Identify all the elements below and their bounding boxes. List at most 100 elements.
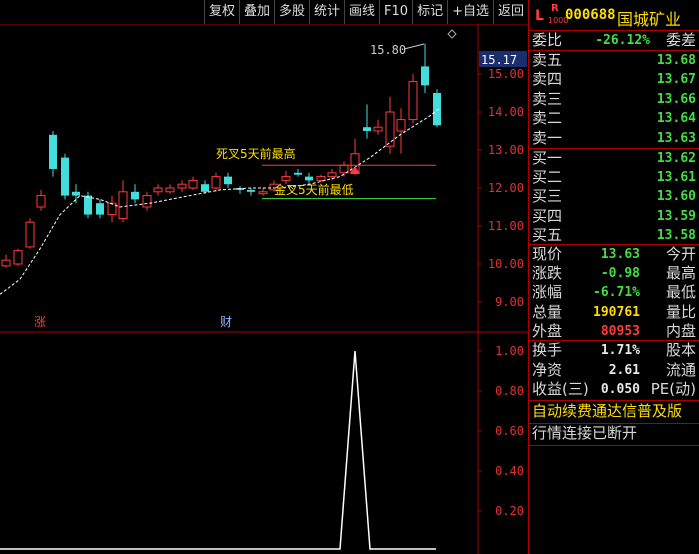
bid-row: 买一 13.62 [529, 149, 699, 168]
ask-row-label: 卖一 [532, 128, 563, 147]
stat-row-label: 现价 [532, 245, 563, 263]
marker-zhang: 涨 [34, 314, 46, 329]
toolbar-button[interactable]: 画线 [344, 0, 379, 24]
candle-body [72, 191, 80, 196]
stat-row: 外盘 80953 内盘 [529, 322, 699, 341]
bid-row-value: 13.58 [656, 227, 696, 243]
chart-canvas[interactable]: 15.00 14.00 13.00 12.00 11.00 10.00 9.00 15.17 1… [0, 24, 528, 554]
promo-row[interactable]: 自动续费通达信普及版 [529, 402, 699, 422]
stat2-row-label: 净资 [532, 360, 563, 379]
candle-body [421, 66, 429, 86]
stat-row-label: 涨幅 [532, 283, 563, 302]
stat-row-label2: 内盘 [665, 321, 696, 340]
stat2-row-value: 2.61 [608, 362, 640, 378]
bid-row: 买五 13.58 [529, 226, 699, 245]
chart-toolbar: 复权 叠加 多股 统计 画线 F10 标记 +自选 返回 [0, 0, 528, 24]
candle-body [373, 126, 383, 132]
death-cross-label: 死叉5天前最高 [216, 146, 296, 161]
indicator-tick-label: 0.80 [495, 384, 524, 398]
bid-row-label: 买一 [532, 149, 563, 167]
stat-row-label2: 量比 [665, 302, 696, 321]
stock-name: 国城矿业 [617, 10, 682, 29]
ask-row: 卖五 13.68 [529, 51, 699, 70]
candle-body [142, 195, 152, 208]
flag-l: L [535, 8, 544, 24]
stat-row-value: -6.71% [593, 285, 640, 301]
toolbar-button[interactable]: F10 [379, 0, 412, 24]
weicha-label: 委差 [665, 31, 696, 49]
high-annotation-pointer [403, 43, 425, 50]
weibi-row: 委比 -26.12% 委差 [529, 31, 699, 50]
candle-body [201, 184, 209, 192]
stat-row: 涨幅 -6.71% 最低 [529, 283, 699, 302]
candle-body [363, 127, 371, 131]
ask-row: 卖一 13.63 [529, 129, 699, 148]
toolbar-button[interactable]: +自选 [447, 0, 493, 24]
indicator-tick-label: 0.60 [495, 424, 524, 438]
stat2-row-label2: 流通 [665, 360, 696, 379]
stat-row: 涨跌 -0.98 最高 [529, 264, 699, 283]
indicator-line [0, 350, 436, 550]
stat2-row-value: 1.71% [600, 343, 640, 358]
stat2-row-label: 换手 [532, 341, 563, 359]
weibi-label: 委比 [532, 31, 563, 49]
y-tick-label: 13.00 [488, 143, 524, 157]
stat-row-value: 13.63 [600, 247, 640, 262]
ask-row-value: 13.67 [656, 72, 696, 88]
candle-body [84, 195, 92, 215]
indicator-tick-label: 0.40 [495, 464, 524, 478]
indicator-tick-label: 1.00 [495, 344, 524, 358]
ask-row-value: 13.63 [656, 130, 696, 146]
toolbar-button[interactable]: 统计 [309, 0, 344, 24]
kline-chart[interactable]: 15.00 14.00 13.00 12.00 11.00 10.00 9.00 15.17 1… [0, 24, 528, 554]
candle-body [305, 176, 313, 181]
candle-body [1, 259, 11, 267]
bid-row-value: 13.62 [656, 151, 696, 166]
quote-panel: L R 1000 000688 国城矿业 委比 -26.12% 委差 卖五 13.… [528, 0, 699, 554]
candle-body [49, 134, 57, 169]
ask-row: 卖四 13.67 [529, 70, 699, 89]
candle-body [177, 183, 187, 189]
diamond-icon [447, 29, 457, 39]
connection-status: 行情连接已断开 [532, 424, 638, 442]
bid-row: 买二 13.61 [529, 168, 699, 187]
candle-body [224, 176, 232, 185]
toolbar-button[interactable]: 叠加 [238, 0, 274, 24]
stat2-row-value: 0.050 [600, 382, 640, 397]
y-tick-label: 10.00 [488, 257, 524, 271]
candle-body [258, 191, 268, 195]
ask-row-label: 卖三 [532, 89, 563, 108]
ask-row-label: 卖二 [532, 109, 563, 128]
candle-body [385, 111, 395, 147]
bid-row-label: 买五 [532, 225, 563, 244]
ask-row: 卖三 13.66 [529, 90, 699, 109]
stat2-row: 收益(三) 0.050 PE(动) [529, 380, 699, 399]
stat-row-value: 80953 [600, 323, 640, 339]
indicator-tick-label: 0.20 [495, 504, 524, 518]
toolbar-button[interactable]: 复权 [203, 0, 239, 24]
golden-cross-label: 金叉5天前最低 [274, 182, 354, 197]
divider [529, 400, 699, 401]
stat-row-label: 外盘 [532, 321, 563, 340]
ask-row-value: 13.64 [656, 111, 696, 127]
candle-body [118, 191, 128, 219]
candle-body [327, 172, 337, 178]
ask-row-value: 13.68 [656, 53, 696, 68]
toolbar-button[interactable]: 多股 [273, 0, 309, 24]
candle-body [188, 179, 198, 189]
candle-body [107, 202, 117, 216]
bid-row-label: 买二 [532, 168, 563, 187]
candle-body [281, 176, 291, 181]
y-tick-label: 14.00 [488, 105, 524, 119]
price-tag: 15.17 [481, 53, 517, 67]
stock-code: 000688 [565, 7, 616, 23]
toolbar-button[interactable]: 返回 [492, 0, 528, 24]
candle-body [13, 250, 23, 265]
stat-row-label: 涨跌 [532, 264, 563, 283]
stat-row-label2: 今开 [665, 245, 696, 263]
promo-text[interactable]: 自动续费通达信普及版 [532, 402, 682, 421]
flag-r: R [551, 3, 559, 14]
stat2-row: 换手 1.71% 股本 [529, 341, 699, 360]
toolbar-button[interactable]: 标记 [412, 0, 447, 24]
bid-row-label: 买三 [532, 187, 563, 206]
